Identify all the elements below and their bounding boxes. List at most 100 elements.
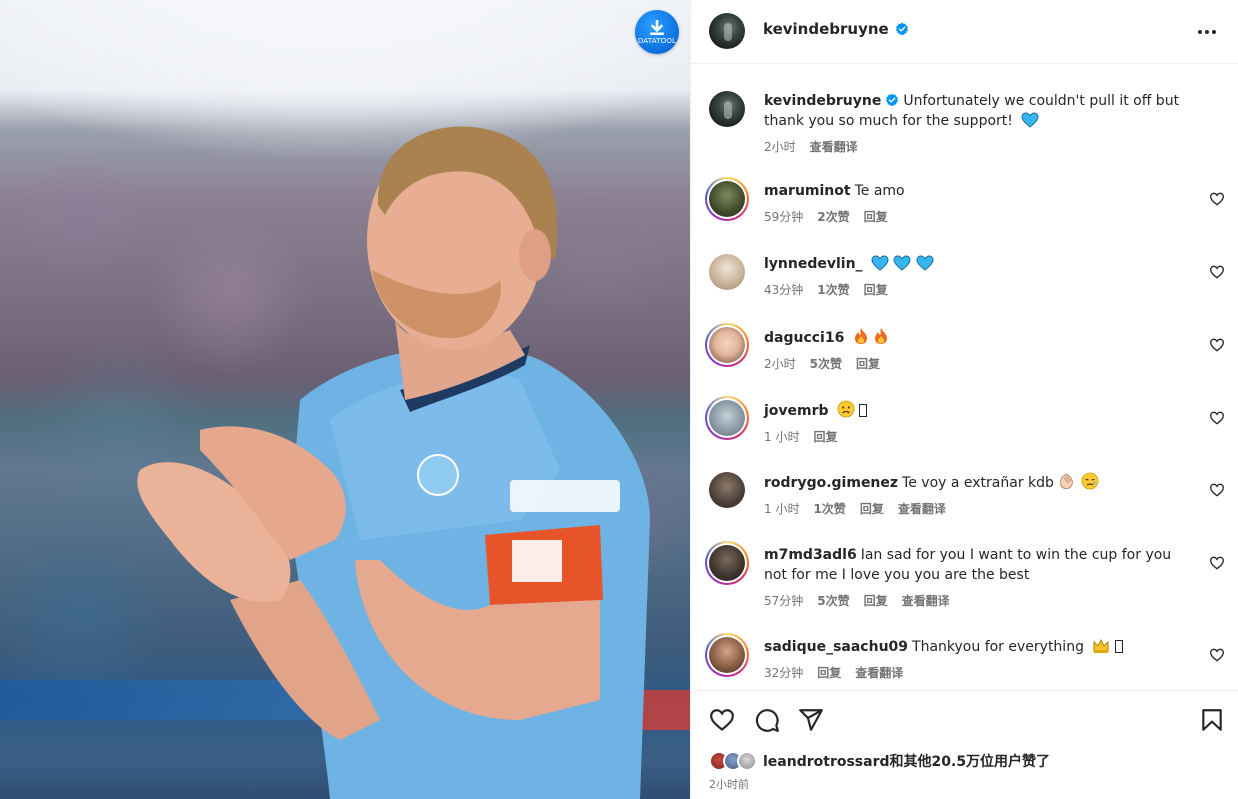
commenter-avatar[interactable] — [709, 637, 745, 673]
comment-meta: 57分钟 5次赞 回复 查看翻译 — [764, 591, 1194, 611]
commenter-name[interactable]: jovemrb — [764, 403, 829, 419]
commenter-name[interactable]: sadique_saachu09 — [764, 639, 908, 655]
verified-badge-icon — [886, 93, 899, 107]
caption-meta: 2小时 查看翻译 — [764, 137, 1194, 157]
fire-emojis — [853, 328, 889, 346]
post-header: kevindebruyne — [691, 0, 1238, 64]
blue-heart-emojis — [871, 255, 934, 272]
heart-icon[interactable] — [709, 707, 735, 733]
translate-link[interactable]: 查看翻译 — [855, 663, 903, 683]
comment-time: 57分钟 — [764, 594, 804, 608]
download-badge-label: DATATOOL — [637, 36, 677, 45]
post-side-panel: kevindebruyne kevindebruyne Unfortunately… — [690, 0, 1238, 799]
comment-body: m7md3adl6 Ian sad for you I want to win t… — [764, 545, 1194, 611]
comment-meta: 59分钟 2次赞 回复 — [764, 207, 1194, 227]
unsupported-glyph — [1114, 640, 1123, 653]
commenter-avatar[interactable] — [709, 545, 745, 581]
likes-user[interactable]: leandrotrossard — [763, 754, 890, 770]
caption-translate-link[interactable]: 查看翻译 — [810, 137, 858, 157]
reply-button[interactable]: 回复 — [860, 499, 884, 519]
caption-body: kevindebruyne Unfortunately we couldn't p… — [764, 91, 1194, 157]
reply-button[interactable]: 回复 — [817, 663, 841, 683]
comment-like-heart-icon[interactable] — [1209, 482, 1225, 498]
reply-button[interactable]: 回复 — [864, 591, 888, 611]
comment-like-heart-icon[interactable] — [1209, 647, 1225, 663]
commenter-name[interactable]: m7md3adl6 — [764, 547, 857, 563]
comment-likes[interactable]: 2次赞 — [817, 207, 849, 227]
comments-list[interactable]: kevindebruyne Unfortunately we couldn't p… — [691, 64, 1238, 690]
story-ring[interactable] — [705, 633, 749, 677]
comment-time: 2小时 — [764, 357, 796, 371]
comment-meta: 1 小时 1次赞 回复 查看翻译 — [764, 499, 1194, 519]
post-photo: DATATOOL — [0, 0, 690, 799]
comment-like-heart-icon[interactable] — [1209, 264, 1225, 280]
sad-face-emoji — [837, 400, 855, 418]
caption-author-name[interactable]: kevindebruyne — [764, 93, 881, 109]
comment-meta: 43分钟 1次赞 回复 — [764, 280, 1194, 300]
comment-time: 43分钟 — [764, 283, 804, 297]
comment-meta: 1 小时 回复 — [764, 427, 1194, 447]
comment-like-heart-icon[interactable] — [1209, 555, 1225, 571]
post-timestamp: 2小时前 — [709, 778, 749, 791]
commenter-name[interactable]: maruminot — [764, 183, 851, 199]
comment-body: sadique_saachu09 Thankyou for everything … — [764, 637, 1194, 683]
crying-face-emoji — [1081, 472, 1099, 490]
comment-likes[interactable]: 1次赞 — [817, 280, 849, 300]
comment-likes[interactable]: 5次赞 — [810, 354, 842, 374]
commenter-name[interactable]: lynnedevlin_ — [764, 256, 863, 272]
comment-body: dagucci16 2小时 5次赞 回复 — [764, 327, 1194, 374]
story-ring[interactable] — [705, 323, 749, 367]
more-options-icon — [1198, 30, 1216, 34]
story-ring[interactable] — [705, 396, 749, 440]
commenter-avatar[interactable] — [709, 472, 745, 508]
reply-button[interactable]: 回复 — [856, 354, 880, 374]
fire-emoji — [854, 328, 867, 344]
comment-body: jovemrb 1 小时 回复 — [764, 400, 1194, 447]
comment-body: lynnedevlin_ 43分钟 1次赞 回复 — [764, 254, 1194, 300]
translate-link[interactable]: 查看翻译 — [898, 499, 946, 519]
bookmark-icon[interactable] — [1199, 707, 1225, 733]
caption-author-avatar[interactable] — [709, 91, 745, 127]
likes-count-text[interactable]: 和其他20.5万位用户赞了 — [890, 754, 1051, 770]
author-username-text[interactable]: kevindebruyne — [763, 20, 889, 38]
reply-button[interactable]: 回复 — [813, 427, 837, 447]
commenter-avatar[interactable] — [709, 181, 745, 217]
commenter-name[interactable]: rodrygo.gimenez — [764, 475, 898, 491]
comment-body: rodrygo.gimenez Te voy a extrañar kdb 1 小… — [764, 472, 1194, 519]
comment-time: 1 小时 — [764, 430, 800, 444]
story-ring[interactable] — [705, 177, 749, 221]
comment-like-heart-icon[interactable] — [1209, 191, 1225, 207]
liker-avatar — [737, 751, 757, 771]
comment-like-heart-icon[interactable] — [1209, 337, 1225, 353]
comment-text: Thankyou for everything — [912, 639, 1084, 655]
commenter-avatar[interactable] — [709, 254, 745, 290]
author-avatar[interactable] — [709, 13, 745, 49]
translate-link[interactable]: 查看翻译 — [902, 591, 950, 611]
comment-icon[interactable] — [754, 707, 780, 733]
comment-text: Te amo — [854, 183, 905, 199]
comment-likes[interactable]: 5次赞 — [817, 591, 849, 611]
reply-button[interactable]: 回复 — [864, 280, 888, 300]
share-icon[interactable] — [798, 707, 824, 733]
comment-body: maruminot Te amo 59分钟 2次赞 回复 — [764, 181, 1194, 227]
likes-summary[interactable]: leandrotrossard和其他20.5万位用户赞了 — [709, 751, 1050, 771]
download-badge-button[interactable]: DATATOOL — [635, 10, 679, 54]
comment-meta: 2小时 5次赞 回复 — [764, 354, 1194, 374]
likes-text: leandrotrossard和其他20.5万位用户赞了 — [763, 751, 1050, 771]
blue-heart-emoji — [871, 255, 889, 271]
comment-meta: 32分钟 回复 查看翻译 — [764, 663, 1194, 683]
comment-time: 32分钟 — [764, 666, 804, 680]
commenter-name[interactable]: dagucci16 — [764, 330, 844, 346]
blue-heart-emoji — [916, 255, 934, 271]
blue-heart-emoji — [893, 255, 911, 271]
story-ring[interactable] — [705, 541, 749, 585]
comment-likes[interactable]: 1次赞 — [813, 499, 845, 519]
more-options-button[interactable] — [1195, 20, 1219, 44]
clapping-hands-emoji — [1060, 473, 1074, 490]
commenter-avatar[interactable] — [709, 400, 745, 436]
reply-button[interactable]: 回复 — [864, 207, 888, 227]
comment-like-heart-icon[interactable] — [1209, 410, 1225, 426]
post-actions: leandrotrossard和其他20.5万位用户赞了 2小时前 — [691, 690, 1238, 799]
author-username[interactable]: kevindebruyne — [763, 20, 909, 38]
commenter-avatar[interactable] — [709, 327, 745, 363]
